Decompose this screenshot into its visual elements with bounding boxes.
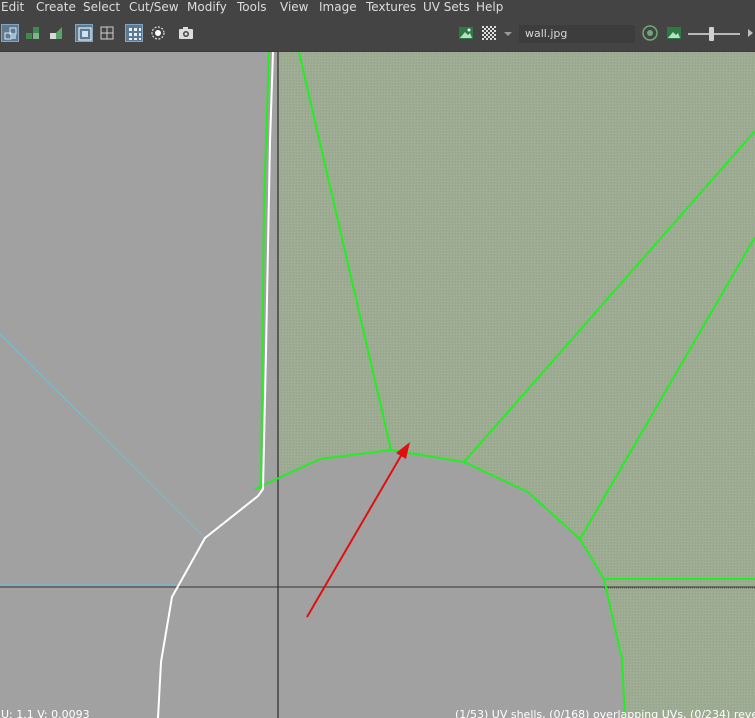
uv-shell-stats: (1/53) UV shells, (0/168) overlapping UV… [455,708,755,718]
image-icon[interactable] [457,24,475,42]
menu-select[interactable]: Select [83,0,120,15]
menu-tools[interactable]: Tools [237,0,267,15]
pixel-snap-icon[interactable] [125,24,143,42]
menu-textures[interactable]: Textures [366,0,416,15]
selected-uv-edges [157,52,274,718]
menu-image[interactable]: Image [319,0,357,15]
exposure-slider-track[interactable] [688,33,740,35]
uv-toolbar: wall.jpg [0,15,755,52]
shade-icon[interactable] [47,24,65,42]
rgb-icon[interactable] [641,24,659,42]
texture-name-field[interactable]: wall.jpg [519,25,635,43]
menu-cut-sew[interactable]: Cut/Sew [129,0,179,15]
menu-view[interactable]: View [280,0,308,15]
grid-icon[interactable] [98,24,116,42]
exposure-slider-handle[interactable] [708,27,714,41]
cyan-uv-edge-diagonal [0,333,206,539]
uv-viewport[interactable]: U: 1.1 V: 0.0093 (1/53) UV shells, (0/16… [0,52,755,718]
checker-box-icon[interactable] [75,24,93,42]
camera-icon[interactable] [177,24,195,42]
menu-edit[interactable]: Edit [1,0,24,15]
menu-help[interactable]: Help [476,0,503,15]
uv-shell-icon[interactable] [1,24,19,42]
checkerboard-icon[interactable] [480,24,498,42]
uv-coordinate-readout: U: 1.1 V: 0.0093 [1,708,90,718]
uv-editor-window: Edit Create Select Cut/Sew Modify Tools … [0,0,755,718]
isolate-icon[interactable] [24,24,42,42]
annotation-arrow [306,442,410,618]
image-display-icon[interactable] [665,24,683,42]
collapse-arrow-icon[interactable] [746,24,755,42]
menu-bar: Edit Create Select Cut/Sew Modify Tools … [0,0,755,15]
menu-modify[interactable]: Modify [187,0,227,15]
texture-tile [278,52,755,718]
dropdown-icon[interactable] [502,24,514,42]
menu-create[interactable]: Create [36,0,76,15]
circle-select-icon[interactable] [149,24,167,42]
menu-uv-sets[interactable]: UV Sets [423,0,470,15]
